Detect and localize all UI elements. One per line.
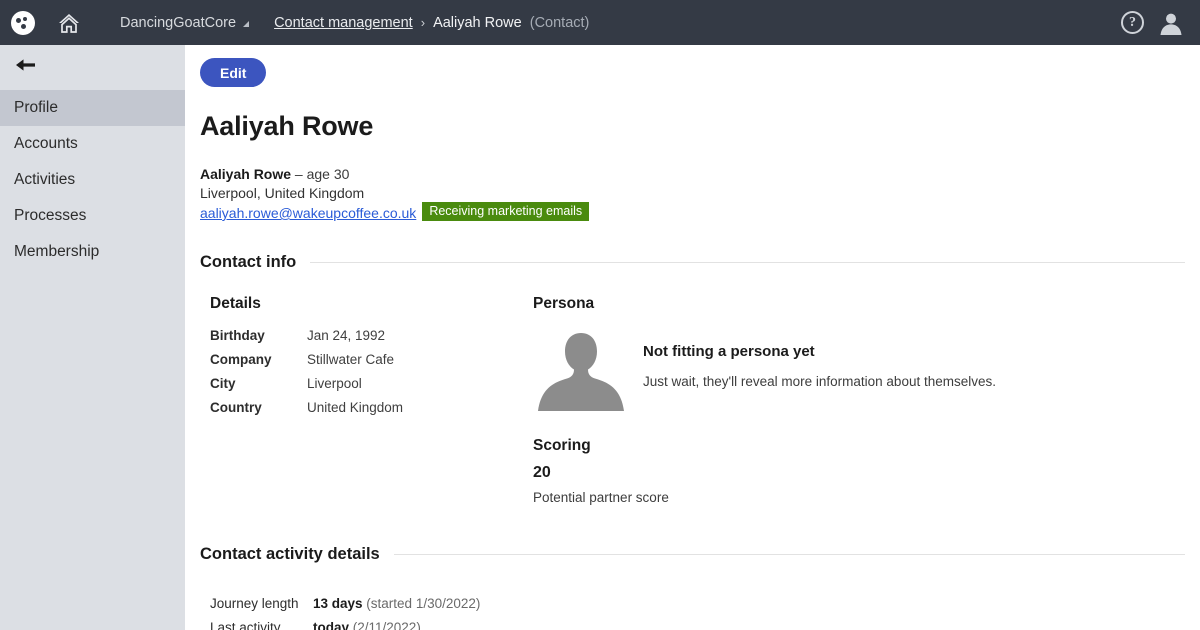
sidebar: Profile Accounts Activities Processes Me… [0, 45, 185, 630]
contact-email-link[interactable]: aaliyah.rowe@wakeupcoffee.co.uk [200, 204, 416, 223]
activity-value: 13 days (started 1/30/2022) [313, 592, 480, 616]
breadcrumb-link-contact-management[interactable]: Contact management [274, 15, 413, 31]
activity-value-bold: 13 days [313, 596, 363, 611]
section-header-contact-info: Contact info [200, 253, 1185, 272]
sidebar-item-membership[interactable]: Membership [0, 234, 185, 270]
status-badge: Receiving marketing emails [422, 202, 590, 221]
scoring-label: Potential partner score [533, 490, 669, 505]
activity-row-journey-length: Journey length 13 days (started 1/30/202… [210, 592, 480, 616]
detail-value: Stillwater Cafe [307, 352, 395, 367]
persona-description: Just wait, they'll reveal more informati… [643, 374, 996, 389]
persona-title: Persona [533, 295, 595, 312]
contact-name: Aaliyah Rowe [200, 166, 292, 182]
activity-value-rest: (started 1/30/2022) [362, 596, 481, 611]
section-title: Contact activity details [200, 545, 380, 563]
detail-value: Liverpool [307, 376, 362, 391]
section-title: Contact info [200, 253, 297, 271]
sidebar-item-label: Processes [14, 207, 87, 224]
activity-label: Journey length [210, 596, 299, 611]
activity-row-last-activity: Last activity today (2/11/2022) [210, 616, 480, 630]
contact-name-age: Aaliyah Rowe – age 30 [200, 165, 589, 184]
contact-location: Liverpool, United Kingdom [200, 185, 365, 201]
sidebar-item-label: Activities [14, 171, 76, 188]
contact-email-row: aaliyah.rowe@wakeupcoffee.co.uk Receivin… [200, 202, 590, 223]
detail-row-birthday: Birthday Jan 24, 1992 [210, 324, 403, 348]
top-navigation-bar: DancingGoatCore Contact management › Aal… [0, 0, 1200, 45]
persona-body: Not fitting a persona yet Just wait, the… [533, 327, 1173, 415]
edit-button[interactable]: Edit [200, 58, 267, 87]
activity-label: Last activity [210, 620, 281, 630]
kentico-dots-logo-icon [11, 10, 35, 35]
breadcrumb-current: Aaliyah Rowe [433, 14, 522, 31]
triangle-dropdown-icon [243, 20, 250, 27]
sidebar-item-label: Profile [14, 99, 58, 116]
contact-age: – age 30 [294, 166, 350, 182]
activity-value: today (2/11/2022) [313, 616, 421, 630]
topbar-actions: ? [1121, 0, 1200, 45]
details-title: Details [210, 295, 261, 312]
detail-label: City [210, 376, 236, 391]
detail-row-country: Country United Kingdom [210, 396, 403, 420]
person-silhouette-icon [533, 327, 629, 415]
sidebar-item-label: Accounts [14, 135, 78, 152]
sidebar-item-accounts[interactable]: Accounts [0, 126, 185, 162]
breadcrumb-type: (Contact) [529, 14, 590, 31]
section-divider [310, 262, 1185, 263]
detail-label: Country [210, 400, 262, 415]
back-button[interactable] [0, 45, 185, 90]
activity-value-rest: (2/11/2022) [349, 620, 421, 630]
detail-value: Jan 24, 1992 [307, 328, 386, 343]
detail-row-company: Company Stillwater Cafe [210, 348, 403, 372]
activity-block: Journey length 13 days (started 1/30/202… [210, 592, 480, 630]
site-selector[interactable]: DancingGoatCore [120, 14, 250, 31]
detail-label: Company [210, 352, 272, 367]
scoring-value: 20 [533, 464, 551, 481]
scoring-block: Scoring 20 Potential partner score [533, 437, 669, 505]
persona-block: Persona Not fitting a persona yet Just w… [533, 295, 1173, 415]
persona-text: Not fitting a persona yet Just wait, the… [643, 327, 996, 389]
sidebar-item-activities[interactable]: Activities [0, 162, 185, 198]
detail-label: Birthday [210, 328, 265, 343]
breadcrumb-separator-icon: › [420, 15, 426, 30]
activity-value-bold: today [313, 620, 350, 630]
detail-value: United Kingdom [307, 400, 404, 415]
detail-row-city: City Liverpool [210, 372, 403, 396]
app-window: DancingGoatCore Contact management › Aal… [0, 0, 1200, 630]
sidebar-item-profile[interactable]: Profile [0, 90, 185, 126]
back-arrow-icon [14, 57, 38, 78]
section-divider [393, 554, 1185, 555]
sidebar-item-processes[interactable]: Processes [0, 198, 185, 234]
user-avatar-icon[interactable] [1158, 10, 1184, 36]
app-logo [0, 0, 46, 45]
persona-headline: Not fitting a persona yet [643, 343, 815, 360]
home-button[interactable] [46, 0, 92, 45]
home-icon [57, 12, 81, 34]
page-title: Aaliyah Rowe [200, 111, 374, 141]
contact-summary: Aaliyah Rowe – age 30 Liverpool, United … [200, 165, 590, 223]
details-block: Details Birthday Jan 24, 1992 Company St… [210, 295, 403, 420]
sidebar-item-label: Membership [14, 243, 100, 260]
section-header-contact-activity: Contact activity details [200, 545, 1185, 564]
main-content: Edit Aaliyah Rowe Aaliyah Rowe – age 30 … [185, 45, 1200, 630]
site-name: DancingGoatCore [120, 14, 237, 31]
scoring-title: Scoring [533, 437, 591, 454]
breadcrumb: Contact management › Aaliyah Rowe (Conta… [274, 15, 589, 31]
help-question-icon[interactable]: ? [1121, 11, 1144, 34]
